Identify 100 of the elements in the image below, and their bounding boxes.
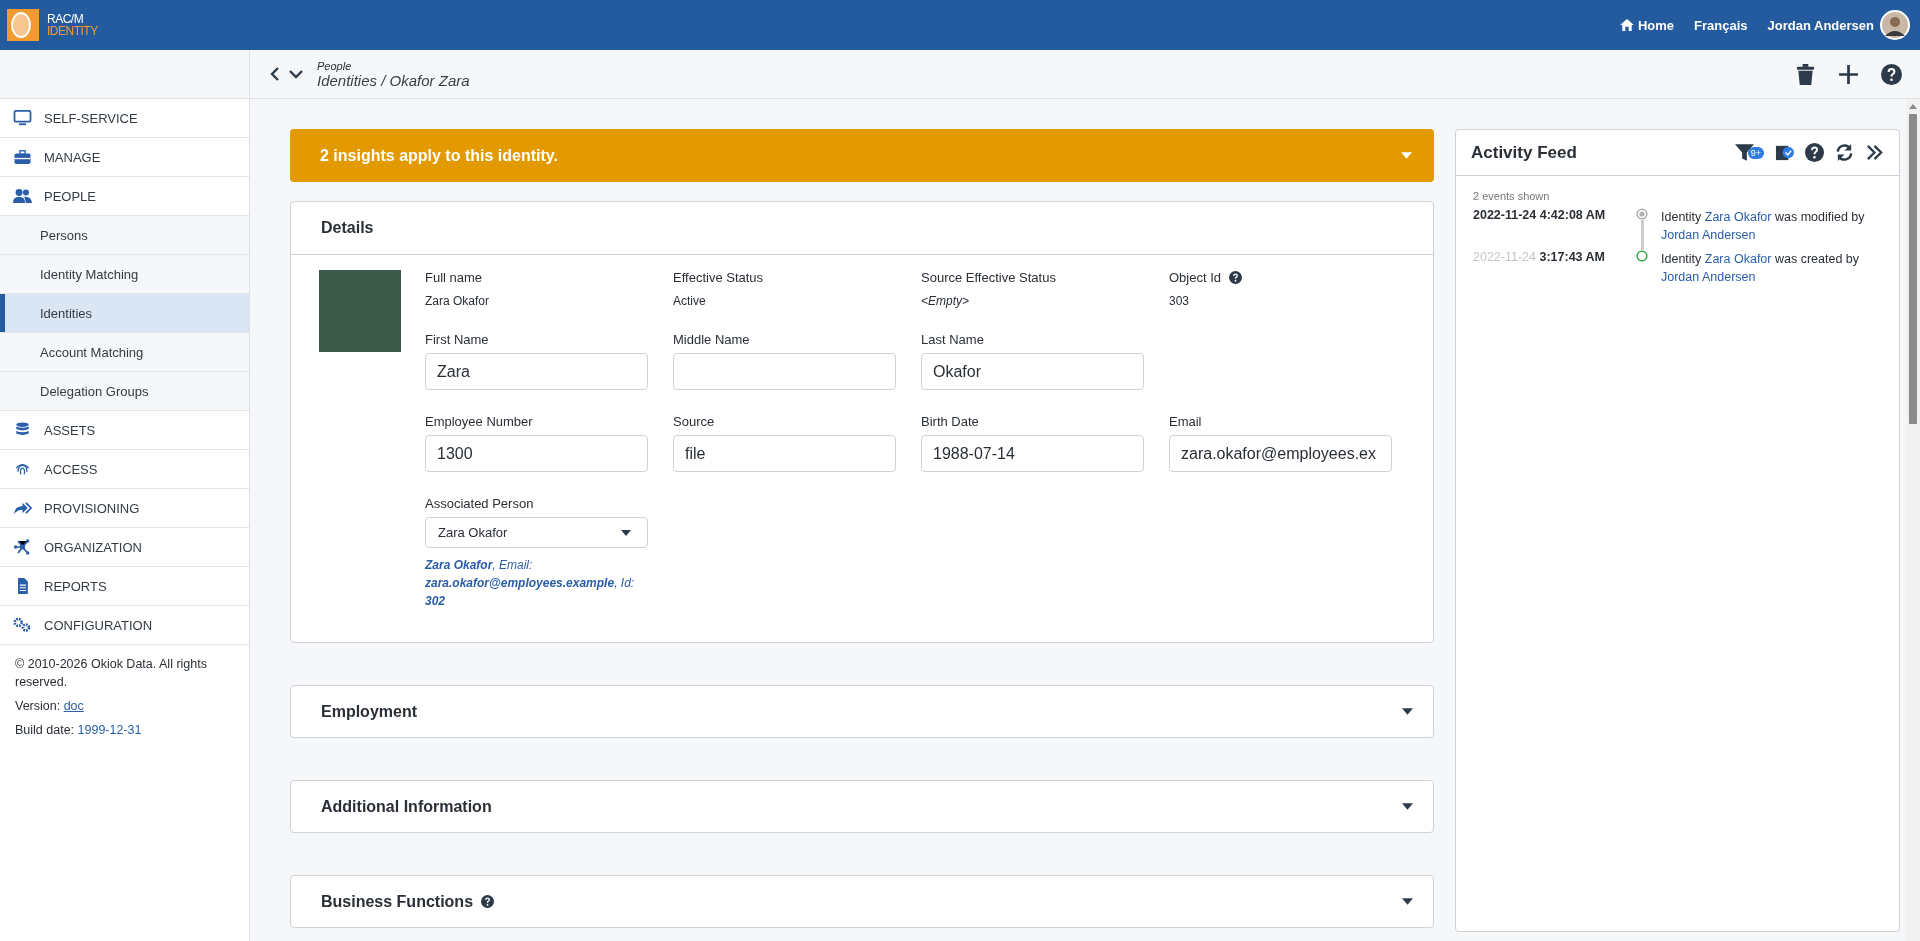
event-timestamp: 2022-11-24 4:42:08 AM (1473, 208, 1607, 224)
help-icon[interactable] (481, 895, 495, 908)
scroll-up-icon[interactable] (1909, 104, 1917, 109)
version-link[interactable]: doc (63, 699, 84, 713)
input-field[interactable]: Zara (425, 353, 648, 390)
caret-icon[interactable] (1402, 803, 1413, 810)
double-chevron-icon[interactable] (1865, 143, 1884, 162)
caret-icon[interactable] (1402, 708, 1413, 715)
nav-label: SELF-SERVICE (44, 110, 138, 126)
field-label: Email (1169, 414, 1203, 429)
nav-label: ORGANIZATION (44, 539, 142, 555)
logo-title: RAC/M (47, 13, 85, 25)
nav-item[interactable]: REPORTS (0, 567, 249, 606)
nav-subitem[interactable]: Identities (0, 294, 249, 333)
network-icon (13, 539, 32, 555)
nav-subitem[interactable]: Account Matching (0, 333, 249, 372)
input-field[interactable]: 1988-07-14 (921, 435, 1144, 472)
help-icon[interactable] (1229, 271, 1243, 284)
identity-link[interactable]: Zara Okafor (1704, 210, 1772, 224)
nav-label: REPORTS (44, 578, 107, 594)
nav-item[interactable]: SELF-SERVICE (0, 99, 249, 138)
event-description: Identity Zara Okafor was modified by Jordan Andersen (1661, 209, 1866, 244)
field-label: First Name (425, 332, 490, 347)
nav-label: MANAGE (44, 149, 101, 165)
database-icon (13, 422, 32, 438)
page-title: Identities / Okafor Zara (317, 71, 470, 89)
home-link[interactable]: Home (1619, 17, 1675, 33)
count-badge: 9+ (1747, 146, 1764, 159)
logo-icon (7, 9, 39, 41)
section-title: Additional Information (321, 797, 492, 816)
trash-icon[interactable] (1795, 63, 1816, 85)
insight-text: 2 insights apply to this identity. (320, 146, 558, 165)
identity-link[interactable]: Zara Okafor (1704, 252, 1772, 266)
nav-item[interactable]: PROVISIONING (0, 489, 249, 528)
toolbox-icon (13, 149, 32, 165)
user-link[interactable]: Jordan Andersen (1661, 228, 1756, 242)
nav-item[interactable]: MANAGE (0, 138, 249, 177)
breadcrumb-parent: People (317, 59, 353, 72)
nav-subitem[interactable]: Delegation Groups (0, 372, 249, 411)
scrollbar-thumb[interactable] (1909, 114, 1917, 424)
scrollbar[interactable] (1906, 99, 1920, 941)
nav-subitem[interactable]: Identity Matching (0, 255, 249, 294)
collapsible-section[interactable]: Employment (290, 685, 1434, 738)
logo-subtitle: IDENTITY (47, 25, 98, 37)
caret-icon[interactable] (1402, 898, 1413, 905)
build-date-link[interactable]: 1999-12-31 (77, 723, 142, 737)
caret-icon[interactable] (621, 529, 631, 536)
field-label: Birth Date (921, 414, 980, 429)
build-date-label: Build date: (15, 723, 75, 737)
refresh-icon[interactable] (1835, 143, 1854, 162)
user-menu[interactable]: Jordan Andersen (1767, 17, 1874, 33)
collapsible-section[interactable]: Additional Information (290, 780, 1434, 833)
event-timestamp: 2022-11-24 3:17:43 AM (1473, 250, 1607, 266)
share-arrow-icon (13, 500, 32, 516)
nav-label: CONFIGURATION (44, 617, 153, 633)
nav-label: PEOPLE (44, 188, 97, 204)
field-value: 303 (1169, 294, 1191, 308)
calendar-check-icon[interactable] (1775, 143, 1794, 162)
help-icon[interactable] (1805, 143, 1824, 162)
help-icon[interactable] (1881, 63, 1902, 85)
nav-item[interactable]: ACCESS (0, 450, 249, 489)
field-value: Active (673, 294, 707, 308)
panel-title: Activity Feed (1471, 142, 1577, 163)
collapsible-section[interactable]: Business Functions (290, 875, 1434, 928)
user-avatar[interactable] (1880, 10, 1910, 40)
nav-label: ACCESS (44, 461, 98, 477)
timeline-dot-icon (1636, 208, 1648, 220)
field-label: Source (673, 414, 716, 429)
card-title: Details (321, 219, 374, 237)
nav-item[interactable]: ORGANIZATION (0, 528, 249, 567)
field-label: Object Id (1169, 270, 1222, 285)
nav-item[interactable]: CONFIGURATION (0, 606, 249, 645)
input-field[interactable]: Okafor (921, 353, 1144, 390)
dropdown-field[interactable]: Zara Okafor (425, 517, 648, 548)
plus-icon[interactable] (1838, 63, 1859, 85)
home-icon[interactable] (1619, 19, 1634, 31)
gears-icon (13, 617, 32, 633)
timeline-ring-icon (1636, 250, 1648, 262)
input-field[interactable]: 1300 (425, 435, 648, 472)
event-description: Identity Zara Okafor was created by Jordan Andersen (1661, 251, 1860, 286)
fingerprint-icon (13, 461, 32, 477)
language-link[interactable]: Français (1694, 17, 1748, 33)
section-title: Business Functions (321, 892, 474, 911)
nav-label: ASSETS (44, 422, 96, 438)
nav-label: PROVISIONING (44, 500, 140, 516)
nav-item[interactable]: ASSETS (0, 411, 249, 450)
events-count: 2 events shown (1473, 190, 1551, 202)
monitor-icon (13, 110, 32, 126)
back-icon[interactable] (270, 66, 280, 82)
field-label: Middle Name (673, 332, 751, 347)
nav-subitem[interactable]: Persons (0, 216, 249, 255)
input-field[interactable] (673, 353, 896, 390)
input-field[interactable]: file (673, 435, 896, 472)
chevron-down-icon[interactable] (288, 69, 304, 79)
field-label: Employee Number (425, 414, 534, 429)
field-label: Source Effective Status (921, 270, 1056, 285)
field-label: Associated Person (425, 496, 535, 511)
field-value: <Empty> (921, 294, 971, 308)
user-link[interactable]: Jordan Andersen (1661, 270, 1756, 284)
input-field[interactable]: zara.okafor@employees.ex (1169, 435, 1392, 472)
